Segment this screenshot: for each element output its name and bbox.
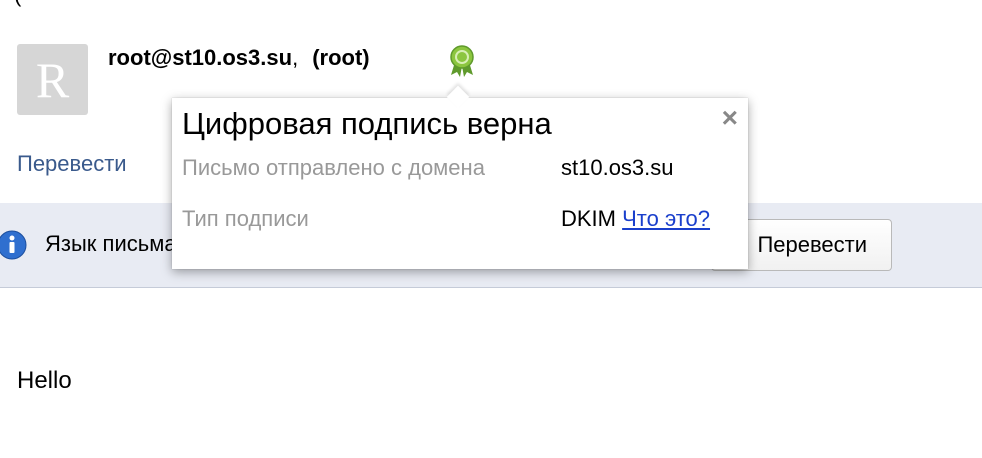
translate-link[interactable]: Перевести xyxy=(17,151,127,177)
popup-arrow xyxy=(446,85,470,109)
clipped-header-text: ( xyxy=(14,0,21,8)
sender-email[interactable]: root@st10.os3.su xyxy=(108,45,292,71)
sender-line: root@st10.os3.su , (root) xyxy=(108,45,370,71)
sender-separator: , xyxy=(292,45,299,70)
message-body: Hello xyxy=(17,367,72,394)
popup-row-signature-type: Тип подписи xyxy=(182,206,309,232)
info-icon xyxy=(0,229,28,261)
signature-popup: Цифровая подпись верна × Письмо отправле… xyxy=(172,85,748,269)
popup-title: Цифровая подпись верна xyxy=(182,106,552,141)
signature-type-value: DKIM xyxy=(561,206,616,231)
close-icon[interactable]: × xyxy=(722,104,738,132)
mail-message-view: ( R root@st10.os3.su , (root) Перевести … xyxy=(0,0,982,458)
popup-row-domain: Письмо отправлено с домена xyxy=(182,155,485,181)
what-is-this-link[interactable]: Что это? xyxy=(622,206,710,231)
popup-label-domain: Письмо отправлено с домена xyxy=(182,155,485,180)
popup-label-signature-type: Тип подписи xyxy=(182,206,309,231)
language-bar-text: Язык письма xyxy=(45,231,177,256)
avatar[interactable]: R xyxy=(17,44,88,115)
sender-name[interactable]: (root) xyxy=(312,45,369,71)
avatar-letter: R xyxy=(35,51,70,108)
domain-value: st10.os3.su xyxy=(561,155,674,180)
popup-value-signature-type: DKIM Что это? xyxy=(561,206,710,232)
verified-ribbon-icon[interactable] xyxy=(446,44,478,80)
translate-button-label: Перевести xyxy=(757,232,867,257)
popup-value-domain: st10.os3.su xyxy=(561,155,674,181)
